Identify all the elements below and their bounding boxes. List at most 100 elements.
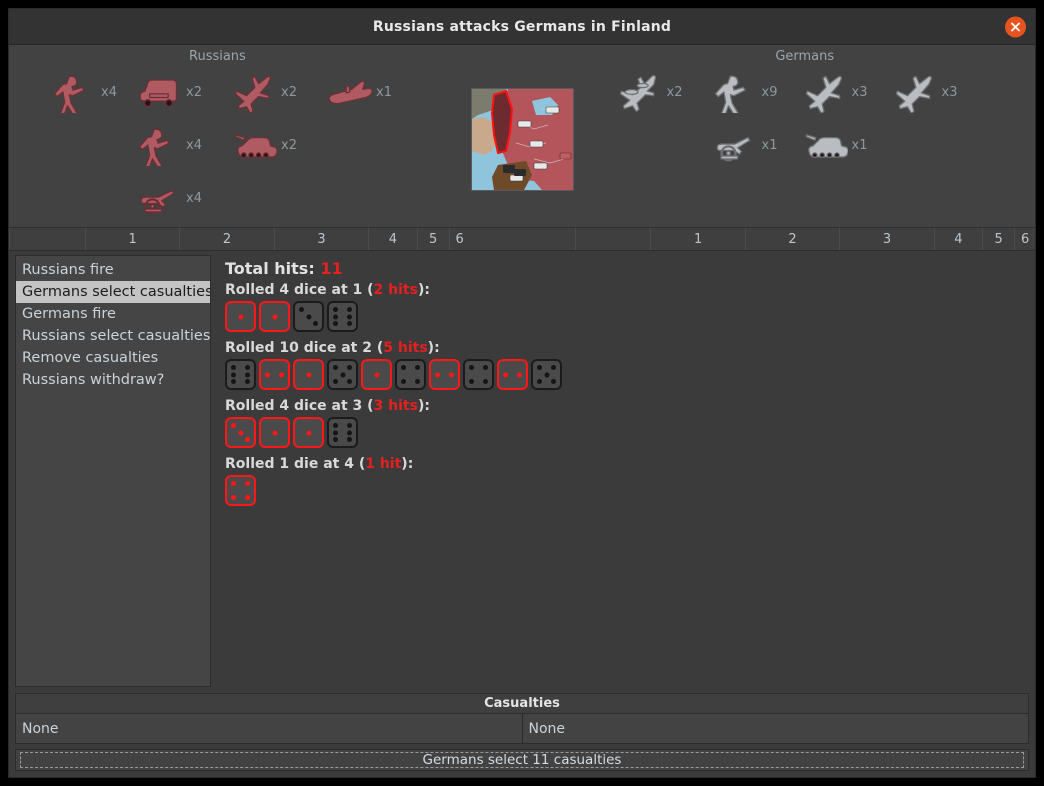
bomber-icon xyxy=(619,74,656,113)
die-1-hit xyxy=(293,359,324,390)
die-1-hit xyxy=(293,417,324,448)
scale-tick-4: 4 xyxy=(933,228,982,250)
unit-stack[interactable]: x4 xyxy=(49,71,117,113)
unit-count: x1 xyxy=(851,137,868,153)
die-pip xyxy=(517,372,522,377)
unit-stack[interactable]: x9 xyxy=(710,71,777,113)
unit-stack[interactable]: x3 xyxy=(890,71,958,113)
battle-middle: Russians fire Germans select casualties Ge… xyxy=(9,251,1035,691)
window-title: Russians attacks Germans in Finland xyxy=(372,18,672,35)
die-pip xyxy=(333,321,338,326)
unit-stack[interactable]: x2 xyxy=(134,71,202,113)
total-hits-value: 11 xyxy=(320,259,343,278)
attacker-casualties[interactable]: None xyxy=(15,714,523,744)
unit-stack[interactable]: x2 xyxy=(229,124,297,166)
unit-count: x4 xyxy=(186,137,202,153)
battle-step-3[interactable]: Russians select casualties xyxy=(16,325,210,347)
battle-step-4[interactable]: Remove casualties xyxy=(16,347,210,369)
die-pip xyxy=(401,365,406,370)
roll-hits: 3 hits xyxy=(373,398,418,414)
die-pip xyxy=(265,372,270,377)
close-button[interactable] xyxy=(1005,16,1026,37)
unit-count: x2 xyxy=(666,84,683,100)
unit-stack[interactable]: x4 xyxy=(134,124,202,166)
battle-step-5[interactable]: Russians withdraw? xyxy=(16,369,210,391)
die-pip xyxy=(544,372,549,377)
battle-territory-map[interactable] xyxy=(470,87,574,191)
unit-stack[interactable]: x1 xyxy=(324,71,392,113)
roll-suffix: ): xyxy=(417,282,430,298)
battle-step-list[interactable]: Russians fire Germans select casualties Ge… xyxy=(15,255,211,687)
die-pip xyxy=(272,430,277,435)
battle-dialog: Russians attacks Germans in Finland Russ… xyxy=(8,8,1036,778)
submarine-icon xyxy=(328,80,372,105)
scale-tick-3: 3 xyxy=(273,228,368,250)
unit-stack[interactable]: x3 xyxy=(800,71,868,113)
die-3 xyxy=(293,301,324,332)
roll-suffix: ): xyxy=(427,340,440,356)
die-pip xyxy=(449,372,454,377)
scale-tick-2: 2 xyxy=(744,228,839,250)
roll-label-1: Rolled 10 dice at 2 (5 hits): xyxy=(225,340,1025,356)
die-pip xyxy=(306,314,311,319)
fighter-icon xyxy=(805,75,842,113)
scale-tick-6: 6 xyxy=(1014,228,1035,250)
battle-step-0[interactable]: Russians fire xyxy=(16,259,210,281)
die-pip xyxy=(347,365,352,370)
die-1-hit xyxy=(361,359,392,390)
die-pip xyxy=(238,430,243,435)
unit-stack[interactable]: x4 xyxy=(134,177,202,219)
battle-step-1[interactable]: Germans select casualties xyxy=(16,281,210,303)
unit-count: x3 xyxy=(941,84,958,100)
defender-casualties[interactable]: None xyxy=(522,714,1029,744)
die-pip xyxy=(306,430,311,435)
die-pip xyxy=(333,314,338,319)
die-1-hit xyxy=(259,417,290,448)
die-2-hit xyxy=(259,359,290,390)
die-2-hit xyxy=(497,359,528,390)
die-pip xyxy=(306,372,311,377)
tank-icon xyxy=(234,134,277,159)
dice-row-2 xyxy=(225,417,1025,448)
artillery-truck-icon xyxy=(139,79,178,108)
unit-stack[interactable]: x1 xyxy=(710,124,778,166)
defender-name: Germans xyxy=(775,49,835,64)
dice-row-1 xyxy=(225,359,1025,390)
roll-suffix: ): xyxy=(417,398,430,414)
infantry-icon xyxy=(714,75,746,113)
attacker-panel: Russians x4 x2 x2 x1 x4 x2 x4 xyxy=(9,45,470,227)
die-pip xyxy=(299,307,304,312)
attacker-name: Russians xyxy=(189,49,246,64)
battle-board: Russians x4 x2 x2 x1 x4 x2 x4 Germans x2… xyxy=(9,45,1035,228)
status-bar[interactable]: Germans select 11 casualties xyxy=(15,749,1029,771)
die-pip xyxy=(333,430,338,435)
roll-label-2: Rolled 4 dice at 3 (3 hits): xyxy=(225,398,1025,414)
close-icon xyxy=(1011,22,1020,31)
die-pip xyxy=(333,437,338,442)
die-5 xyxy=(327,359,358,390)
unit-count: x3 xyxy=(851,84,868,100)
die-pip xyxy=(537,365,542,370)
die-pip xyxy=(245,372,250,377)
defender-unit-stacks: x2 x9 x3 x3 x1 x1 xyxy=(575,69,1036,227)
die-pip xyxy=(333,379,338,384)
die-pip xyxy=(333,365,338,370)
die-1-hit xyxy=(259,301,290,332)
unit-count: x1 xyxy=(761,137,778,153)
map-thumbnail-container xyxy=(470,45,575,227)
dice-row-0 xyxy=(225,301,1025,332)
die-pip xyxy=(374,372,379,377)
defender-panel: Germans x2 x9 x3 x3 x1 x1 xyxy=(575,45,1036,227)
tank-icon xyxy=(805,134,848,159)
unit-stack[interactable]: x2 xyxy=(615,71,683,113)
infantry-icon xyxy=(138,128,170,166)
roll-label-3: Rolled 1 die at 4 (1 hit): xyxy=(225,456,1025,472)
die-pip xyxy=(245,495,250,500)
battle-step-2[interactable]: Germans fire xyxy=(16,303,210,325)
unit-stack[interactable]: x2 xyxy=(229,71,297,113)
die-pip xyxy=(245,365,250,370)
die-pip xyxy=(347,430,352,435)
die-pip xyxy=(313,321,318,326)
unit-stack[interactable]: x1 xyxy=(800,124,868,166)
die-pip xyxy=(415,365,420,370)
